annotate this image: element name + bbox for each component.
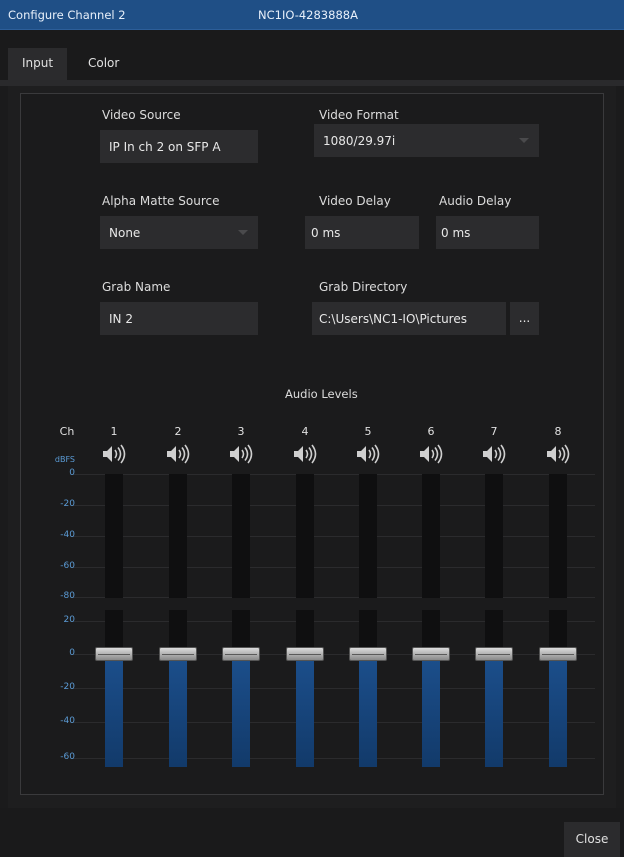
fader-level-fill [359, 654, 377, 767]
meter-scale-label: -20 [60, 499, 75, 509]
scale-gridline [70, 567, 595, 568]
grab-name-label: Grab Name [102, 280, 171, 294]
scale-gridline [70, 758, 595, 759]
meter-scale-label: 0 [69, 468, 75, 478]
dbfs-label: dBFS [54, 455, 75, 464]
video-delay-value: 0 ms [311, 226, 341, 240]
channel-number: 8 [554, 425, 562, 438]
speaker-icon[interactable] [480, 444, 508, 464]
grab-name-field[interactable]: IN 2 [100, 302, 258, 335]
fader-knob[interactable] [475, 647, 513, 661]
fader-level-fill [105, 654, 123, 767]
alpha-matte-value: None [109, 226, 141, 240]
speaker-icon[interactable] [227, 444, 255, 464]
fader-scale-label: 20 [63, 615, 75, 625]
video-format-label: Video Format [319, 108, 399, 122]
level-meter [422, 474, 440, 598]
video-source-label: Video Source [102, 108, 181, 122]
audio-delay-field[interactable]: 0 ms [436, 216, 539, 249]
close-button[interactable]: Close [564, 822, 620, 857]
chevron-down-icon [238, 230, 248, 235]
speaker-icon[interactable] [164, 444, 192, 464]
speaker-icon[interactable] [100, 444, 128, 464]
window-title: Configure Channel 2 [8, 8, 126, 22]
scale-gridline [70, 474, 595, 475]
video-format-select[interactable]: 1080/29.97i [314, 124, 539, 157]
speaker-icon[interactable] [544, 444, 572, 464]
fader-level-fill [232, 654, 250, 767]
fader-level-fill [549, 654, 567, 767]
fader-knob[interactable] [159, 647, 197, 661]
fader-level-fill [422, 654, 440, 767]
fader-scale-label: 0 [69, 648, 75, 658]
chevron-down-icon [519, 138, 529, 143]
grab-directory-label: Grab Directory [319, 280, 408, 294]
scale-gridline [70, 688, 595, 689]
channel-number: 7 [490, 425, 498, 438]
video-delay-field[interactable]: 0 ms [305, 216, 419, 249]
scale-gridline [70, 505, 595, 506]
level-meter [296, 474, 314, 598]
level-meter [359, 474, 377, 598]
dialog-footer [0, 808, 624, 857]
fader-level-fill [296, 654, 314, 767]
level-meter [232, 474, 250, 598]
channel-column-label: Ch [59, 425, 75, 438]
meter-scale-label: -60 [60, 561, 75, 571]
channel-number: 2 [174, 425, 182, 438]
audio-delay-value: 0 ms [441, 226, 471, 240]
meter-scale-label: -40 [60, 530, 75, 540]
channel-number: 5 [364, 425, 372, 438]
speaker-icon[interactable] [354, 444, 382, 464]
alpha-matte-label: Alpha Matte Source [102, 194, 220, 208]
scale-gridline [70, 722, 595, 723]
channel-number: 4 [301, 425, 309, 438]
alpha-matte-select[interactable]: None [100, 216, 258, 249]
device-name: NC1IO-4283888A [258, 8, 358, 22]
channel-number: 6 [427, 425, 435, 438]
audio-delay-label: Audio Delay [439, 194, 512, 208]
tab-color[interactable]: Color [74, 48, 133, 80]
audio-levels-title: Audio Levels [285, 387, 358, 401]
grab-name-value: IN 2 [109, 312, 133, 326]
scale-gridline [70, 654, 595, 655]
video-format-value: 1080/29.97i [323, 134, 396, 148]
speaker-icon[interactable] [417, 444, 445, 464]
video-source-value: IP In ch 2 on SFP A [109, 140, 221, 154]
fader-knob[interactable] [349, 647, 387, 661]
video-delay-label: Video Delay [319, 194, 391, 208]
scale-gridline [70, 621, 595, 622]
channel-number: 3 [237, 425, 245, 438]
grab-directory-value: C:\Users\NC1-IO\Pictures [319, 312, 467, 326]
title-bar: Configure Channel 2 NC1IO-4283888A [0, 0, 624, 30]
scale-gridline [70, 536, 595, 537]
video-source-field[interactable]: IP In ch 2 on SFP A [100, 130, 258, 163]
scale-gridline [70, 597, 595, 598]
fader-scale-label: -40 [60, 716, 75, 726]
channel-number: 1 [110, 425, 118, 438]
fader-level-fill [485, 654, 503, 767]
speaker-icon[interactable] [291, 444, 319, 464]
tab-bar: Input Color [0, 30, 624, 80]
tab-input[interactable]: Input [8, 48, 68, 80]
fader-knob[interactable] [539, 647, 577, 661]
fader-scale-label: -60 [60, 752, 75, 762]
browse-button[interactable]: ... [510, 302, 539, 335]
fader-knob[interactable] [412, 647, 450, 661]
fader-level-fill [169, 654, 187, 767]
fader-knob[interactable] [222, 647, 260, 661]
level-meter [485, 474, 503, 598]
grab-directory-field[interactable]: C:\Users\NC1-IO\Pictures [312, 302, 506, 335]
fader-knob[interactable] [286, 647, 324, 661]
level-meter [105, 474, 123, 598]
fader-scale-label: -20 [60, 682, 75, 692]
level-meter [549, 474, 567, 598]
level-meter [169, 474, 187, 598]
meter-scale-label: -80 [60, 591, 75, 601]
fader-knob[interactable] [95, 647, 133, 661]
